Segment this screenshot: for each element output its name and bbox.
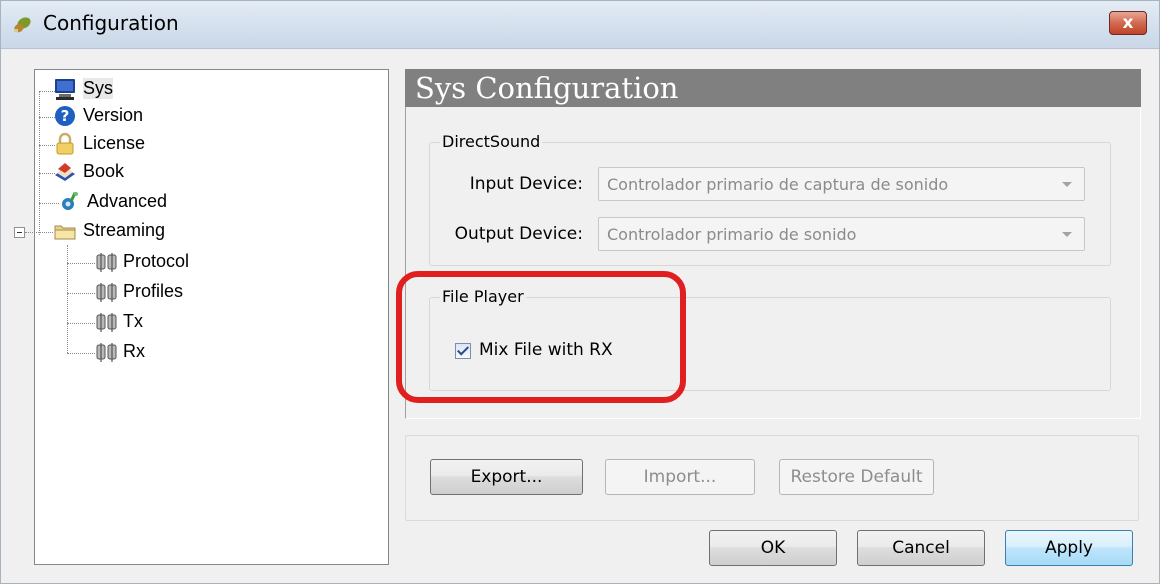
tree-connector	[67, 353, 95, 354]
page-title: Sys Configuration	[415, 71, 679, 105]
collapse-toggle[interactable]	[14, 227, 25, 238]
settings-icon	[62, 191, 78, 210]
folder-icon	[54, 225, 76, 240]
chevron-down-icon	[1062, 182, 1072, 187]
tree-item-label: Streaming	[83, 220, 166, 240]
tree-item-label: Book	[83, 161, 125, 181]
input-device-select[interactable]: Controlador primario de captura de sonid…	[598, 167, 1085, 201]
title-bar[interactable]: Configuration x	[1, 1, 1159, 49]
padlock-icon	[56, 132, 74, 155]
network-icon	[96, 343, 117, 362]
configuration-window: Configuration x Sys ? Version License Bo…	[0, 0, 1160, 584]
tree-item-label: Profiles	[123, 281, 184, 301]
network-icon	[96, 313, 117, 332]
import-button[interactable]: Import...	[605, 459, 755, 495]
tree-item-label: Tx	[123, 311, 143, 331]
apply-button[interactable]: Apply	[1005, 530, 1133, 566]
close-button[interactable]: x	[1109, 11, 1147, 35]
directsound-group-title: DirectSound	[440, 132, 543, 151]
app-icon	[14, 17, 31, 33]
tree-connector	[25, 232, 53, 233]
output-device-label: Output Device:	[454, 224, 583, 244]
cancel-button[interactable]: Cancel	[857, 530, 985, 566]
section-header: Sys Configuration	[405, 69, 1141, 107]
output-device-value: Controlador primario de sonido	[607, 225, 857, 244]
export-button[interactable]: Export...	[430, 459, 583, 495]
tree-connector	[39, 203, 59, 204]
book-icon	[55, 163, 75, 181]
tree-connector	[67, 245, 68, 353]
network-icon	[96, 283, 117, 302]
network-icon	[96, 253, 117, 272]
tree-connector	[67, 263, 95, 264]
svg-text:?: ?	[61, 107, 70, 125]
tree-item-label: Version	[83, 105, 144, 125]
tree-connector	[39, 91, 40, 235]
tree-connector	[67, 293, 95, 294]
tree-item-label: License	[83, 133, 146, 153]
close-icon: x	[1122, 13, 1134, 33]
output-device-select[interactable]: Controlador primario de sonido	[598, 217, 1085, 251]
chevron-down-icon	[1062, 232, 1072, 237]
restore-default-button[interactable]: Restore Default	[779, 459, 934, 495]
help-question-icon: ?	[55, 106, 75, 126]
tree-item-label: Rx	[123, 341, 145, 361]
computer-icon	[55, 79, 75, 100]
tree-item-label: Protocol	[123, 251, 190, 271]
highlight-annotation	[396, 271, 686, 403]
input-device-label: Input Device:	[469, 174, 583, 194]
window-title: Configuration	[43, 11, 179, 35]
tree-item-label: Advanced	[87, 191, 168, 211]
ok-button[interactable]: OK	[709, 530, 837, 566]
tree-connector	[67, 323, 95, 324]
tree-item-label: Sys	[83, 78, 114, 99]
input-device-value: Controlador primario de captura de sonid…	[607, 175, 949, 194]
